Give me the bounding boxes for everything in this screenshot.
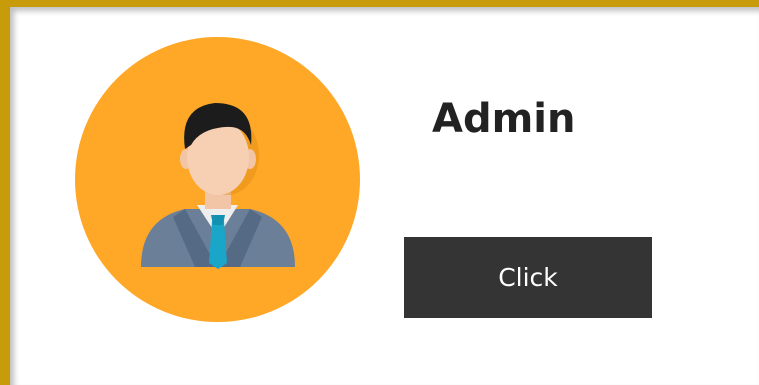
profile-name: Admin [432,96,576,142]
profile-card: Admin Click [0,0,759,385]
admin-avatar-icon [141,103,295,269]
click-button[interactable]: Click [404,237,652,318]
avatar [75,37,360,322]
